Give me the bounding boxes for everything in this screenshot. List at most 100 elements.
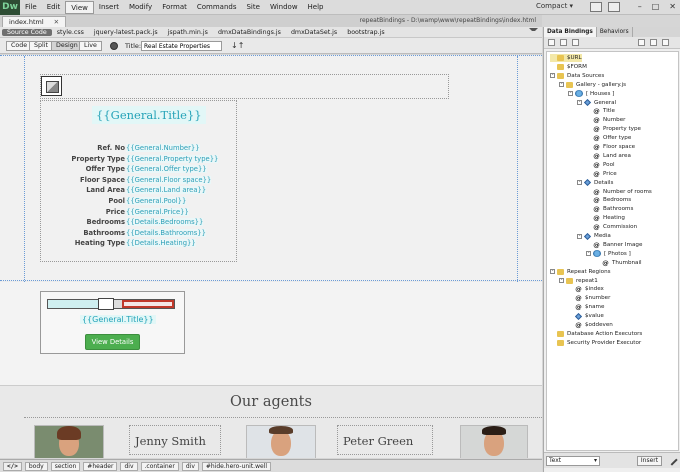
tree-node[interactable]: - [ Houses ] — [568, 90, 614, 98]
tag-crumb[interactable]: body — [24, 461, 48, 471]
menu-edit[interactable]: Edit — [42, 1, 66, 14]
close-icon[interactable]: ✕ — [669, 2, 676, 11]
magic-wand-icon[interactable] — [666, 454, 678, 466]
insert-type-select[interactable]: Text — [546, 456, 600, 466]
delete-icon[interactable] — [572, 39, 579, 46]
tag-crumb[interactable]: .container — [140, 461, 179, 471]
expand-toggle-icon[interactable]: - — [577, 233, 582, 239]
tree-node[interactable]: @ Heating — [586, 214, 625, 222]
expand-toggle-icon[interactable]: - — [559, 278, 564, 283]
expand-toggle-icon[interactable]: - — [577, 180, 582, 186]
image-placeholder-icon[interactable] — [41, 76, 62, 96]
expand-toggle-icon[interactable]: - — [559, 82, 564, 88]
tree-node[interactable]: $URL — [550, 54, 582, 62]
menu-format[interactable]: Format — [157, 1, 192, 14]
tree-node[interactable]: - Repeat Regions — [550, 268, 611, 276]
expand-toggle-icon[interactable]: - — [568, 91, 573, 97]
property-binding[interactable]: {{Details.Heating}} — [126, 239, 196, 248]
expand-toggle-icon[interactable]: - — [586, 251, 591, 257]
tree-node[interactable]: - Gallery - gallery.js — [559, 81, 626, 89]
property-binding[interactable]: {{General.Price}} — [126, 207, 189, 216]
close-tab-icon[interactable]: ✕ — [54, 18, 59, 26]
tree-node[interactable]: @ Offer type — [586, 134, 631, 142]
property-binding[interactable]: {{General.Pool}} — [126, 197, 187, 205]
property-binding[interactable]: {{Details.Bathrooms}} — [126, 228, 206, 237]
slider-handle[interactable] — [98, 298, 114, 310]
edit-icon[interactable] — [560, 39, 567, 46]
expand-toggle-icon[interactable]: - — [550, 269, 555, 275]
tree-node[interactable]: $FORM — [550, 63, 587, 71]
menu-commands[interactable]: Commands — [192, 1, 242, 14]
tree-node[interactable]: @ Floor space — [586, 143, 635, 151]
sync-icon[interactable] — [608, 2, 620, 12]
tree-node[interactable]: @ Commission — [586, 223, 637, 231]
sort-icon[interactable]: ↓↑ — [231, 41, 244, 50]
tree-node[interactable]: $value — [568, 312, 604, 320]
menu-modify[interactable]: Modify — [124, 1, 157, 14]
tree-node[interactable]: @ Bedrooms — [586, 196, 631, 204]
agent-name[interactable]: Jenny Smith — [129, 425, 221, 455]
tree-node[interactable]: @ Number of rooms — [586, 188, 652, 196]
tree-node[interactable]: @ $name — [568, 303, 604, 311]
tree-node[interactable]: @ $index — [568, 285, 604, 293]
header-section[interactable]: {{General.Title}} Ref. No {{General.Numbe… — [0, 55, 542, 282]
title-input[interactable] — [141, 41, 222, 51]
image-placeholder-box[interactable] — [40, 74, 449, 99]
tree-node[interactable]: - Media — [577, 232, 611, 240]
tree-node[interactable]: @ $number — [568, 294, 610, 302]
collapse-icon[interactable] — [650, 39, 657, 46]
expand-toggle-icon[interactable]: - — [550, 73, 555, 79]
image-slider[interactable] — [47, 298, 175, 310]
workspace-switcher[interactable]: Compact — [536, 2, 573, 10]
tree-node[interactable]: @ Number — [586, 116, 625, 124]
general-title-binding[interactable]: {{General.Title}} — [92, 106, 206, 124]
related-file-tab[interactable]: dmxDataSet.js — [286, 29, 342, 36]
tree-node[interactable]: @ Price — [586, 170, 616, 178]
design-view-button[interactable]: Design — [51, 41, 83, 51]
menu-file[interactable]: File — [20, 1, 42, 14]
refresh-icon[interactable] — [662, 39, 669, 46]
minimize-icon[interactable]: – — [638, 2, 642, 11]
add-icon[interactable] — [548, 39, 555, 46]
tree-node[interactable]: @ Property type — [586, 125, 641, 133]
tree-node[interactable]: @ $oddeven — [568, 321, 613, 329]
tag-crumb[interactable]: div — [181, 461, 199, 471]
document-tab[interactable]: index.html ✕ — [2, 16, 67, 27]
tree-node[interactable]: Security Provider Executor — [550, 339, 641, 347]
menu-window[interactable]: Window — [265, 1, 303, 14]
agents-section[interactable]: Our agents Jenny Smith Peter Green — [0, 385, 542, 458]
live-view-button[interactable]: Live — [79, 41, 102, 51]
tree-node[interactable]: - repeat1 — [559, 277, 598, 285]
agent-name[interactable]: Peter Green — [337, 425, 433, 455]
card-title-binding[interactable]: {{General.Title}} — [80, 315, 156, 324]
menu-insert[interactable]: Insert — [94, 1, 124, 14]
related-file-tab[interactable]: bootstrap.js — [342, 29, 389, 36]
gallery-section[interactable]: {{General.Title}} — [0, 282, 542, 385]
tab-data-bindings[interactable]: Data Bindings — [544, 27, 597, 37]
menu-help[interactable]: Help — [303, 1, 329, 14]
layout-icon[interactable] — [590, 2, 602, 12]
tree-node[interactable]: @ Thumbnail — [595, 259, 641, 267]
design-canvas[interactable]: {{General.Title}} Ref. No {{General.Numbe… — [0, 55, 542, 458]
property-binding[interactable]: {{General.Offer type}} — [126, 165, 207, 174]
globe-icon[interactable] — [110, 42, 118, 50]
tab-behaviors[interactable]: Behaviors — [597, 27, 633, 37]
property-binding[interactable]: {{General.Land area}} — [126, 186, 207, 195]
new-binding-icon[interactable] — [638, 39, 645, 46]
tree-node[interactable]: - Data Sources — [550, 72, 604, 80]
tree-node[interactable]: - Details — [577, 179, 613, 187]
tree-node[interactable]: Database Action Executors — [550, 330, 642, 338]
code-toggle-button[interactable]: </> — [3, 461, 22, 471]
tag-crumb[interactable]: #header — [83, 461, 118, 471]
tree-node[interactable]: @ Bathrooms — [586, 205, 633, 213]
insert-button[interactable]: Insert — [637, 456, 662, 466]
property-binding[interactable]: {{Details.Bedrooms}} — [126, 218, 204, 227]
source-code-tab[interactable]: Source Code — [2, 28, 52, 36]
tag-crumb[interactable]: section — [50, 461, 81, 471]
property-binding[interactable]: {{General.Floor space}} — [126, 175, 212, 184]
tag-crumb[interactable]: div — [120, 461, 138, 471]
related-file-tab[interactable]: jquery-latest.pack.js — [89, 29, 163, 36]
property-binding[interactable]: {{General.Number}} — [126, 144, 200, 152]
tree-node[interactable]: - General — [577, 98, 616, 107]
tree-node[interactable]: @ Title — [586, 107, 615, 115]
